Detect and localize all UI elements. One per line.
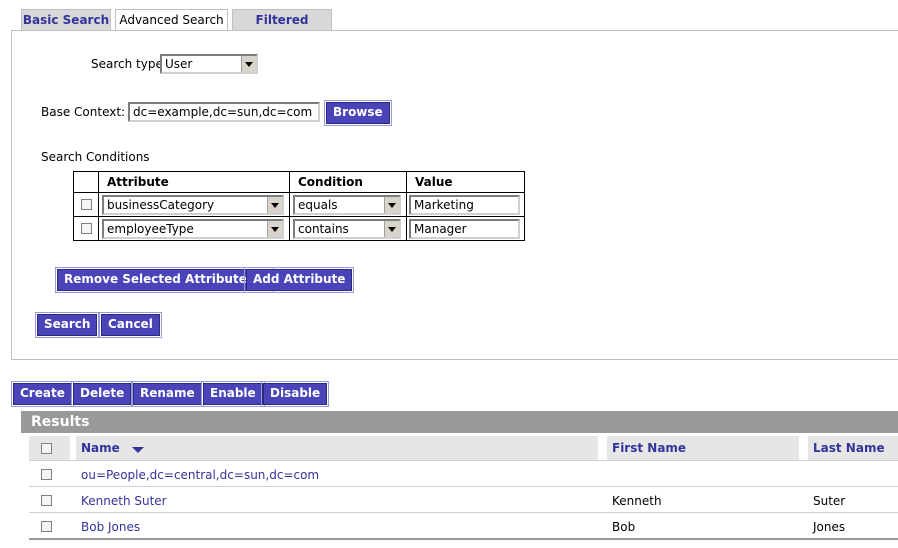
chevron-down-icon [267, 197, 282, 213]
remove-selected-attributes-button[interactable]: Remove Selected Attribute(s) [55, 267, 274, 293]
search-conditions-label: Search Conditions [41, 150, 150, 164]
row-divider [29, 460, 898, 461]
search-type-select[interactable]: User [160, 54, 258, 74]
search-conditions-table: Attribute Condition Value businessCatego… [73, 171, 525, 241]
disable-button[interactable]: Disable [260, 381, 330, 407]
row-checkbox[interactable] [41, 469, 52, 480]
row-divider [29, 512, 898, 513]
conditions-header-row: Attribute Condition Value [73, 171, 525, 193]
attribute-select[interactable]: employeeType [102, 219, 284, 239]
sort-descending-icon[interactable] [131, 445, 145, 455]
attribute-select[interactable]: businessCategory [102, 195, 284, 215]
tab-filtered-search[interactable]: Filtered Search [232, 9, 332, 48]
value-input[interactable]: Marketing [409, 195, 520, 215]
select-column-header [73, 171, 99, 193]
attribute-column-header: Attribute [98, 171, 290, 193]
condition-select[interactable]: contains [293, 219, 401, 239]
search-button[interactable]: Search [34, 312, 100, 338]
table-bottom-border [29, 538, 898, 540]
search-type-value: User [165, 57, 193, 71]
select-all-checkbox[interactable] [41, 443, 52, 454]
value-input[interactable]: Manager [409, 219, 520, 239]
add-attribute-button[interactable]: Add Attribute [243, 267, 355, 293]
first-name-column-label[interactable]: First Name [612, 441, 686, 455]
results-title-bar: Results [21, 411, 898, 433]
condition-row: employeeType contains Manager [73, 216, 525, 241]
rename-button[interactable]: Rename [131, 381, 204, 407]
enable-button[interactable]: Enable [201, 381, 265, 407]
name-column-label[interactable]: Name [81, 441, 120, 455]
browse-button[interactable]: Browse [324, 100, 392, 126]
last-name-column-label[interactable]: Last Name [813, 441, 885, 455]
result-last-name: Suter [813, 494, 846, 508]
base-context-label: Base Context: [41, 105, 126, 119]
row-divider [29, 486, 898, 487]
chevron-down-icon [267, 221, 282, 237]
result-last-name: Jones [813, 520, 846, 534]
attribute-value: employeeType [107, 222, 194, 236]
condition-select[interactable]: equals [293, 195, 401, 215]
delete-button[interactable]: Delete [70, 381, 134, 407]
condition-column-header: Condition [289, 171, 407, 193]
value-column-header: Value [406, 171, 525, 193]
chevron-down-icon [384, 221, 399, 237]
value-text: Manager [414, 222, 467, 236]
condition-value: equals [298, 198, 338, 212]
chevron-down-icon [384, 197, 399, 213]
tab-advanced-search[interactable]: Advanced Search [115, 9, 228, 31]
base-context-input[interactable]: dc=example,dc=sun,dc=com [128, 102, 320, 122]
result-name-link[interactable]: Bob Jones [81, 520, 140, 534]
chevron-down-icon [241, 56, 256, 72]
name-column-header[interactable] [76, 436, 598, 460]
create-button[interactable]: Create [11, 381, 74, 407]
condition-value: contains [298, 222, 349, 236]
condition-row-checkbox[interactable] [81, 199, 92, 210]
tab-basic-search[interactable]: Basic Search [21, 9, 111, 30]
attribute-value: businessCategory [107, 198, 215, 212]
result-first-name: Kenneth [612, 494, 662, 508]
result-first-name: Bob [612, 520, 636, 534]
cancel-button[interactable]: Cancel [99, 312, 162, 338]
condition-row-checkbox[interactable] [81, 223, 92, 234]
row-checkbox[interactable] [41, 521, 52, 532]
value-text: Marketing [414, 198, 474, 212]
base-context-value: dc=example,dc=sun,dc=com [133, 105, 313, 119]
results-title: Results [31, 414, 90, 430]
condition-row: businessCategory equals Marketing [73, 192, 525, 217]
result-name-link[interactable]: Kenneth Suter [81, 494, 167, 508]
row-checkbox[interactable] [41, 495, 52, 506]
search-type-label: Search type [91, 57, 163, 71]
result-name-link[interactable]: ou=People,dc=central,dc=sun,dc=com [81, 468, 319, 482]
